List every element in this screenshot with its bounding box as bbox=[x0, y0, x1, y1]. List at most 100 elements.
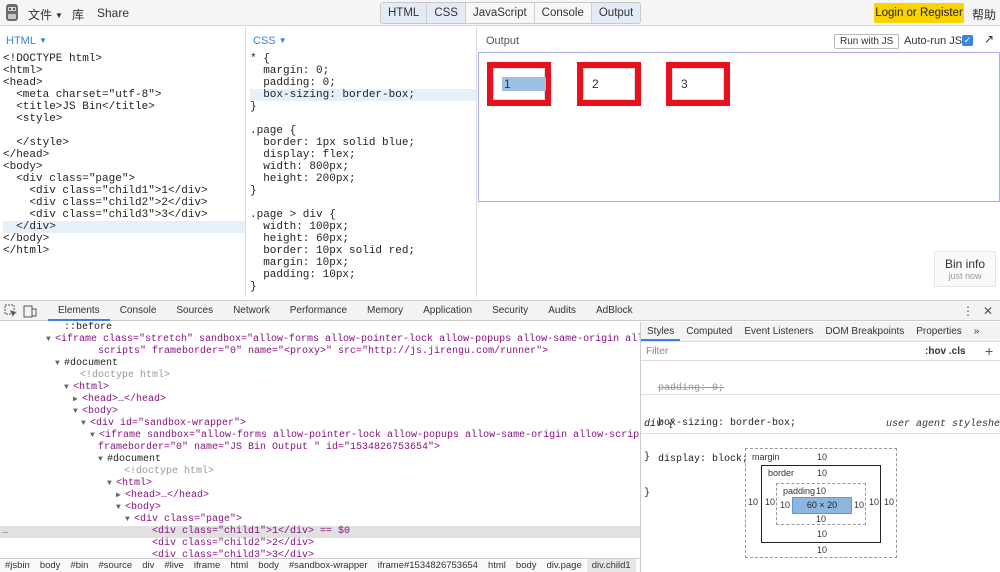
dom-tree-node[interactable]: <div class="child1">1</div> == $0… bbox=[0, 526, 640, 538]
library-menu[interactable]: 库 bbox=[72, 6, 84, 23]
device-toolbar-icon[interactable] bbox=[23, 304, 37, 318]
html-code-editor[interactable]: <!DOCTYPE html> <html> <head> <meta charse… bbox=[3, 53, 245, 257]
close-icon[interactable]: ✕ bbox=[983, 304, 993, 318]
collapse-triangle-icon[interactable]: ▶ bbox=[116, 490, 125, 502]
css-code-editor[interactable]: * { margin: 0; padding: 0; box-sizing: b… bbox=[250, 53, 476, 293]
dom-tree-node[interactable]: ▼ <body> bbox=[0, 502, 640, 514]
tab-javascript[interactable]: JavaScript bbox=[464, 3, 534, 23]
html-panel-label[interactable]: HTML ▼ bbox=[6, 35, 47, 47]
expand-triangle-icon[interactable]: ▼ bbox=[107, 478, 116, 490]
html-code-line: <html> bbox=[3, 65, 43, 77]
styles-tab-computed[interactable]: Computed bbox=[680, 322, 738, 341]
dom-tree-node[interactable]: <div class="child2">2</div> bbox=[0, 538, 640, 550]
breadcrumb-item[interactable]: iframe bbox=[189, 559, 225, 572]
more-tabs-icon[interactable]: » bbox=[968, 322, 986, 341]
dom-tree-node[interactable]: ::before bbox=[0, 322, 640, 334]
dom-tree-node[interactable]: ▶ <head>…</head> bbox=[0, 490, 640, 502]
devtools-tab-sources[interactable]: Sources bbox=[166, 301, 223, 321]
breadcrumb-item[interactable]: #jsbin bbox=[0, 559, 35, 572]
expand-triangle-icon[interactable]: ▼ bbox=[73, 406, 82, 418]
devtools-more-icon[interactable]: ⋮ bbox=[962, 304, 974, 318]
devtools-tab-application[interactable]: Application bbox=[413, 301, 482, 321]
add-rule-icon[interactable]: + bbox=[985, 343, 993, 359]
expand-triangle-icon[interactable]: ▼ bbox=[90, 430, 99, 442]
dom-tree-node[interactable]: ▼ <div id="sandbox-wrapper"> bbox=[0, 418, 640, 430]
expand-triangle-icon[interactable]: ▼ bbox=[64, 382, 73, 394]
help-link[interactable]: 帮助 bbox=[972, 6, 996, 23]
box-model-margin[interactable]: margin 10 10 10 10 border 10 10 10 10 pa… bbox=[745, 448, 897, 558]
breadcrumb-item[interactable]: div.page bbox=[542, 559, 587, 572]
devtools-tab-elements[interactable]: Elements bbox=[48, 301, 110, 321]
expand-triangle-icon[interactable]: ▼ bbox=[55, 358, 64, 370]
expand-triangle-icon[interactable]: ▼ bbox=[125, 514, 134, 526]
devtools-tab-audits[interactable]: Audits bbox=[538, 301, 586, 321]
styles-filter-input[interactable]: Filter bbox=[646, 346, 668, 357]
box-model-content[interactable]: 60 × 20 bbox=[792, 497, 852, 514]
dom-tree-node[interactable]: ▼ <html> bbox=[0, 382, 640, 394]
output-child2[interactable]: 2 bbox=[577, 62, 641, 106]
dom-tree-node[interactable]: <!doctype html> bbox=[0, 466, 640, 478]
box-model-margin-bottom: 10 bbox=[817, 545, 828, 555]
breadcrumb-item[interactable]: body bbox=[253, 559, 284, 572]
dom-tree-node[interactable]: <div class="child3">3</div> bbox=[0, 550, 640, 558]
output-child1[interactable]: 1 bbox=[487, 62, 551, 106]
dom-tree-node[interactable]: scripts" frameborder="0" name="<proxy>" … bbox=[0, 346, 640, 358]
breadcrumb-item[interactable]: body bbox=[511, 559, 542, 572]
tab-css[interactable]: CSS bbox=[426, 3, 465, 23]
inspect-element-icon[interactable] bbox=[4, 304, 18, 318]
dom-tree-node[interactable]: ▼ <div class="page"> bbox=[0, 514, 640, 526]
run-with-js-button[interactable]: Run with JS bbox=[834, 34, 900, 49]
tab-console[interactable]: Console bbox=[533, 3, 591, 23]
popout-arrow-icon[interactable]: ↗ bbox=[984, 32, 994, 46]
breadcrumb-item[interactable]: div bbox=[137, 559, 159, 572]
styles-tab-dom-breakpoints[interactable]: DOM Breakpoints bbox=[819, 322, 910, 341]
css-panel-label[interactable]: CSS ▼ bbox=[253, 35, 287, 47]
expand-triangle-icon[interactable]: ▼ bbox=[98, 454, 107, 466]
dom-tree-node[interactable]: ▶ <head>…</head> bbox=[0, 394, 640, 406]
hov-cls-toggle[interactable]: :hov .cls bbox=[925, 346, 966, 357]
breadcrumb-item[interactable]: html bbox=[483, 559, 511, 572]
dom-tree-node[interactable]: ▼ <iframe sandbox="allow-forms allow-poin… bbox=[0, 430, 640, 442]
tab-html[interactable]: HTML bbox=[381, 3, 427, 23]
tab-output[interactable]: Output bbox=[590, 3, 641, 23]
breadcrumb-item[interactable]: iframe#1534826753654 bbox=[373, 559, 483, 572]
expand-triangle-icon[interactable]: ▼ bbox=[46, 334, 55, 346]
dom-tree-node[interactable]: <!doctype html> bbox=[0, 370, 640, 382]
styles-tab-styles[interactable]: Styles bbox=[641, 322, 681, 341]
devtools-tab-adblock[interactable]: AdBlock bbox=[586, 301, 643, 321]
expand-triangle-icon[interactable]: ▼ bbox=[116, 502, 125, 514]
dom-tree-node[interactable]: ▼ <body> bbox=[0, 406, 640, 418]
styles-tab-properties[interactable]: Properties bbox=[910, 322, 968, 341]
devtools-tab-console[interactable]: Console bbox=[110, 301, 167, 321]
jsbin-logo-icon[interactable] bbox=[4, 3, 20, 22]
breadcrumb-item[interactable]: body bbox=[35, 559, 66, 572]
file-menu[interactable]: 文件 ▼ bbox=[28, 6, 63, 23]
dom-tree-node[interactable]: ▼ #document bbox=[0, 454, 640, 466]
login-register-button[interactable]: Login or Register bbox=[874, 3, 964, 23]
breadcrumb-item[interactable]: #live bbox=[159, 559, 189, 572]
devtools-tab-network[interactable]: Network bbox=[223, 301, 280, 321]
breadcrumb-item[interactable]: html bbox=[225, 559, 253, 572]
dom-tree-node[interactable]: ▼ #document bbox=[0, 358, 640, 370]
box-model-padding[interactable]: padding 10 10 10 10 60 × 20 bbox=[776, 483, 866, 525]
dom-tree-node[interactable]: frameborder="0" name="JS Bin Output " id… bbox=[0, 442, 640, 454]
selected-node-dots-icon[interactable]: … bbox=[2, 526, 8, 538]
dom-tree-node[interactable]: ▼ <iframe class="stretch" sandbox="allow-… bbox=[0, 334, 640, 346]
devtools-tab-performance[interactable]: Performance bbox=[280, 301, 357, 321]
bin-info-panel[interactable]: Bin info just now bbox=[934, 251, 996, 287]
breadcrumb-item[interactable]: div.child1 bbox=[586, 559, 636, 572]
output-child3[interactable]: 3 bbox=[666, 62, 730, 106]
breadcrumb-item[interactable]: #bin bbox=[65, 559, 93, 572]
box-model-border[interactable]: border 10 10 10 10 padding 10 10 10 10 6… bbox=[761, 465, 881, 543]
collapse-triangle-icon[interactable]: ▶ bbox=[73, 394, 82, 406]
devtools-tab-memory[interactable]: Memory bbox=[357, 301, 413, 321]
breadcrumb-item[interactable]: #source bbox=[93, 559, 137, 572]
dom-tree-node[interactable]: ▼ <html> bbox=[0, 478, 640, 490]
share-menu[interactable]: Share bbox=[97, 6, 129, 20]
devtools-tab-security[interactable]: Security bbox=[482, 301, 538, 321]
breadcrumb-item[interactable]: #sandbox-wrapper bbox=[284, 559, 373, 572]
expand-triangle-icon[interactable]: ▼ bbox=[81, 418, 90, 430]
style-decl-padding[interactable]: padding: 0; bbox=[644, 383, 796, 395]
autorun-checkbox[interactable]: ✓ bbox=[962, 35, 973, 46]
styles-tab-event-listeners[interactable]: Event Listeners bbox=[738, 322, 819, 341]
